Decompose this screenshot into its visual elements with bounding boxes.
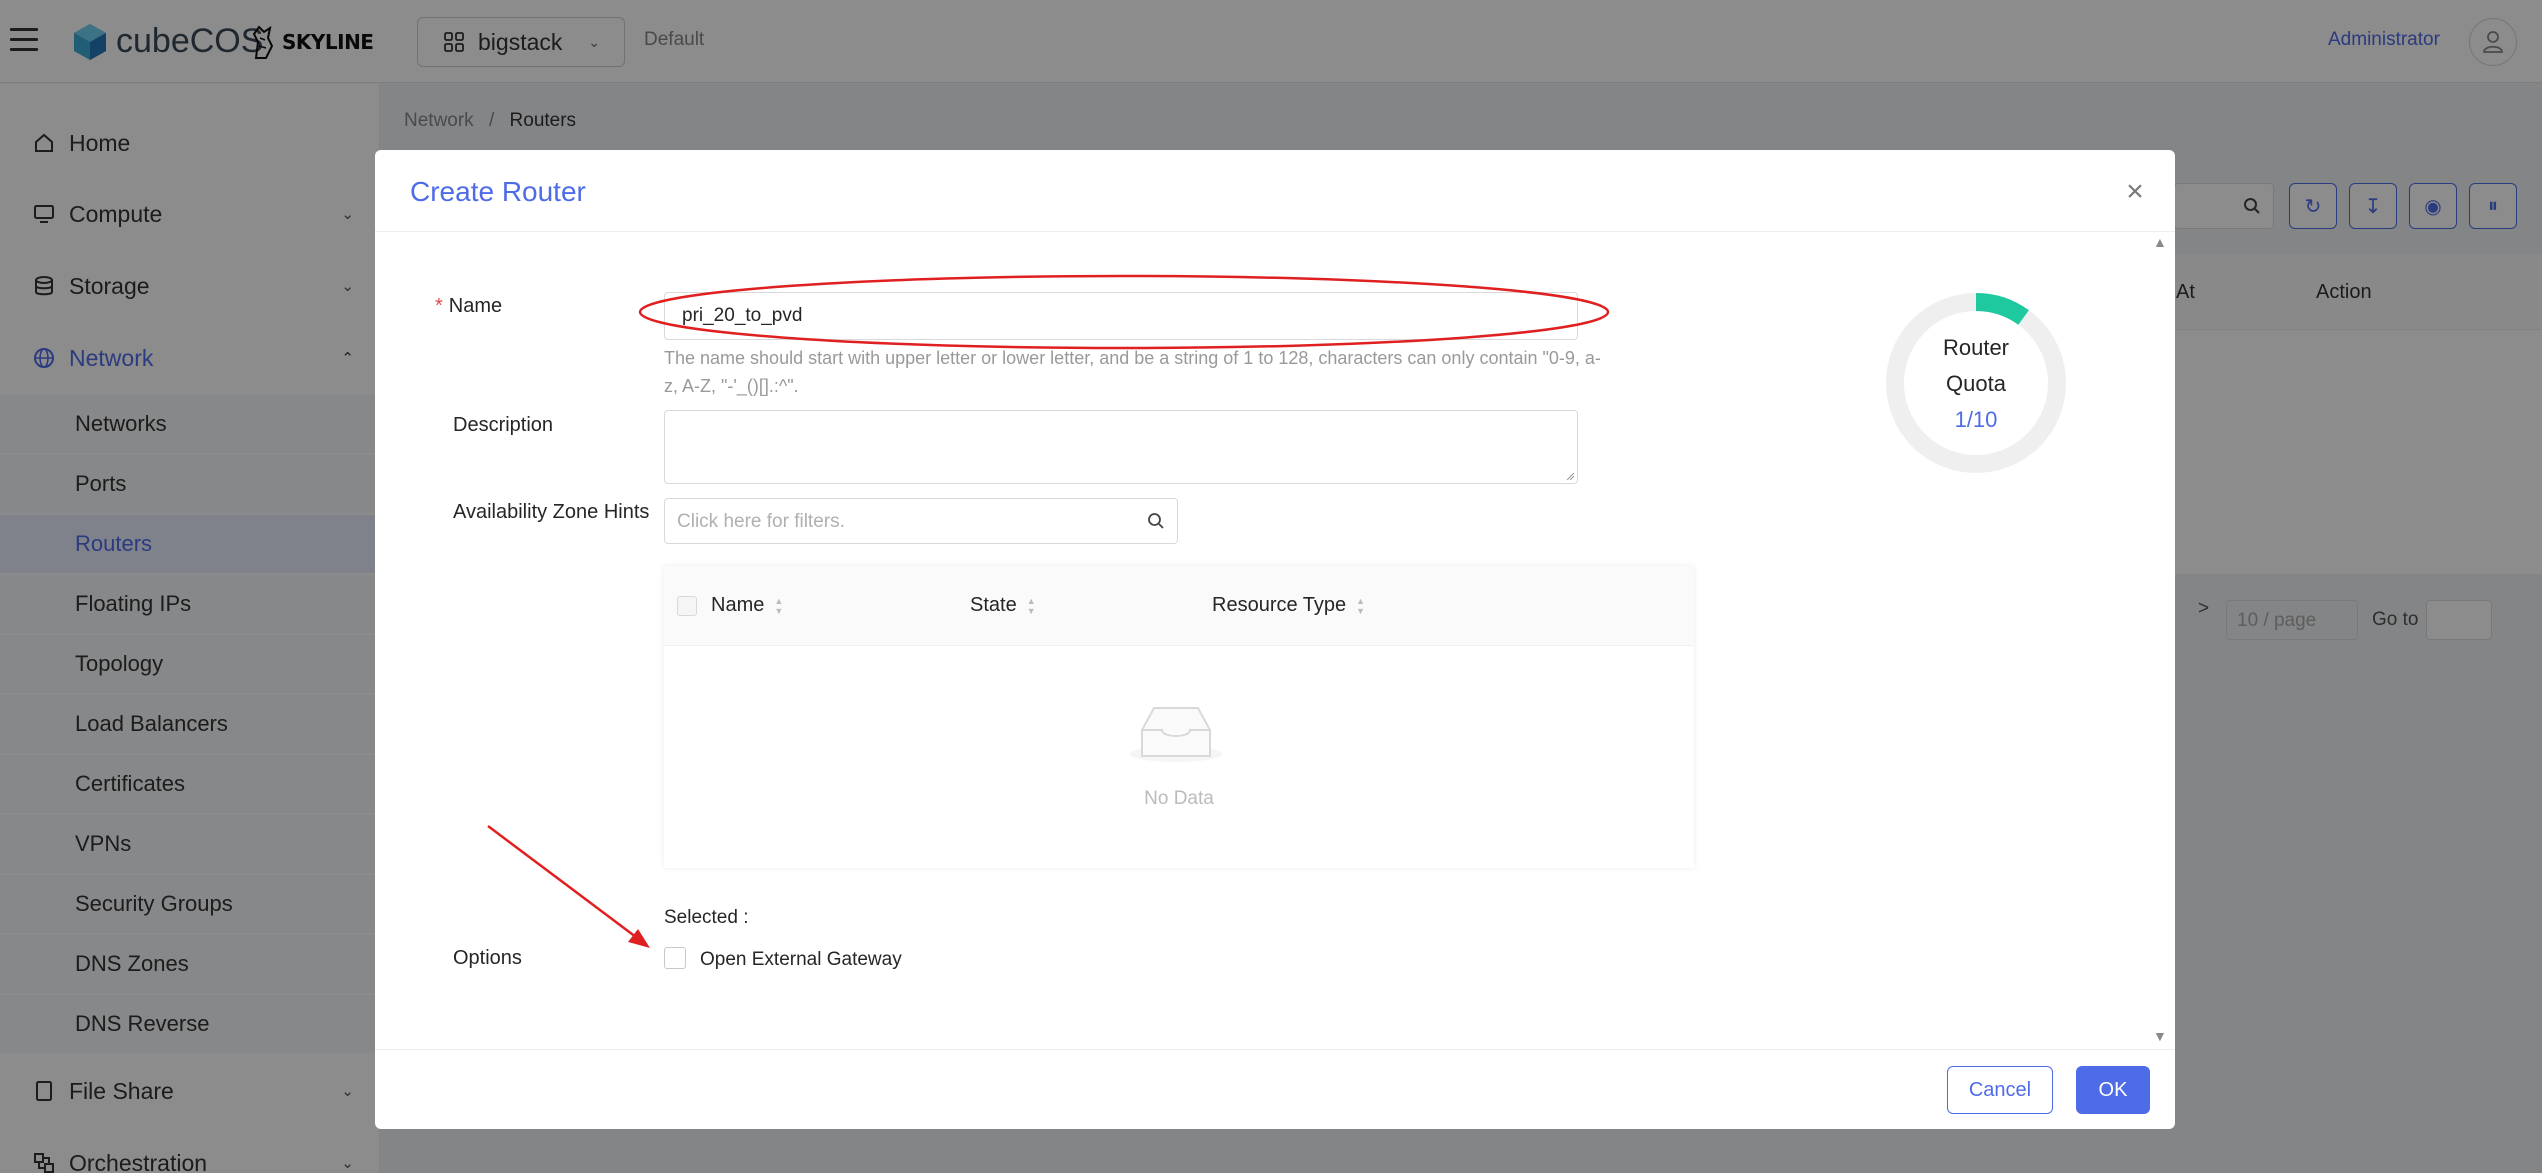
search-icon	[1148, 513, 1164, 529]
name-help-text: The name should start with upper letter …	[664, 348, 1601, 396]
cancel-button[interactable]: Cancel	[1947, 1066, 2053, 1114]
dialog-title: Create Router	[410, 176, 586, 207]
column-label: State	[970, 594, 1017, 616]
quota-title-line2: Quota	[1946, 371, 2006, 396]
scroll-up-icon[interactable]: ▲	[2153, 234, 2167, 250]
column-label: Name	[711, 594, 765, 616]
options-label: Options	[453, 947, 522, 969]
column-label: Resource Type	[1212, 594, 1347, 616]
name-input[interactable]	[664, 292, 1578, 340]
column-header-state[interactable]: State ▲ ▼	[970, 594, 1036, 617]
external-gateway-label[interactable]: Open External Gateway	[700, 949, 902, 971]
close-button[interactable]: ×	[2115, 172, 2155, 212]
empty-state-text: No Data	[1144, 788, 1214, 809]
quota-value: 1/10	[1954, 407, 1998, 432]
az-table: Name ▲ ▼ State ▲ ▼ Resource Type ▲ ▼ No Dat…	[664, 566, 1694, 868]
description-textarea[interactable]	[664, 410, 1578, 484]
quota-used-arc	[1975, 293, 2029, 325]
az-table-header: Name ▲ ▼ State ▲ ▼ Resource Type ▲ ▼	[664, 566, 1694, 646]
name-label-text: Name	[448, 295, 503, 317]
create-router-dialog: Create Router × ▲ ▼ *Name The name shoul…	[375, 150, 2175, 1129]
close-icon: ×	[2126, 175, 2144, 208]
description-label: Description	[453, 414, 554, 436]
sort-icon: ▲ ▼	[1026, 595, 1036, 616]
name-label: * Name	[435, 295, 502, 318]
required-mark: *	[435, 295, 443, 317]
divider	[375, 1049, 2175, 1050]
select-all-checkbox[interactable]	[677, 596, 697, 616]
divider	[375, 231, 2175, 232]
ok-button[interactable]: OK	[2076, 1066, 2150, 1114]
column-header-resource-type[interactable]: Resource Type ▲ ▼	[1212, 594, 1365, 617]
az-filter-input[interactable]: Click here for filters.	[664, 498, 1178, 544]
resize-handle-icon[interactable]	[1565, 471, 1575, 481]
filter-placeholder: Click here for filters.	[677, 511, 845, 532]
empty-inbox-icon	[1130, 707, 1222, 762]
availability-zone-label: Availability Zone Hints	[453, 501, 650, 523]
scroll-down-icon[interactable]: ▼	[2153, 1028, 2167, 1044]
selected-label: Selected :	[664, 907, 749, 928]
sort-icon: ▲ ▼	[774, 595, 784, 616]
sort-icon: ▲ ▼	[1356, 595, 1366, 616]
quota-label: Router Quota 1/10	[1883, 330, 2069, 438]
column-header-name[interactable]: Name ▲ ▼	[711, 594, 783, 617]
quota-title-line1: Router	[1942, 335, 2010, 360]
external-gateway-checkbox[interactable]	[664, 947, 686, 969]
